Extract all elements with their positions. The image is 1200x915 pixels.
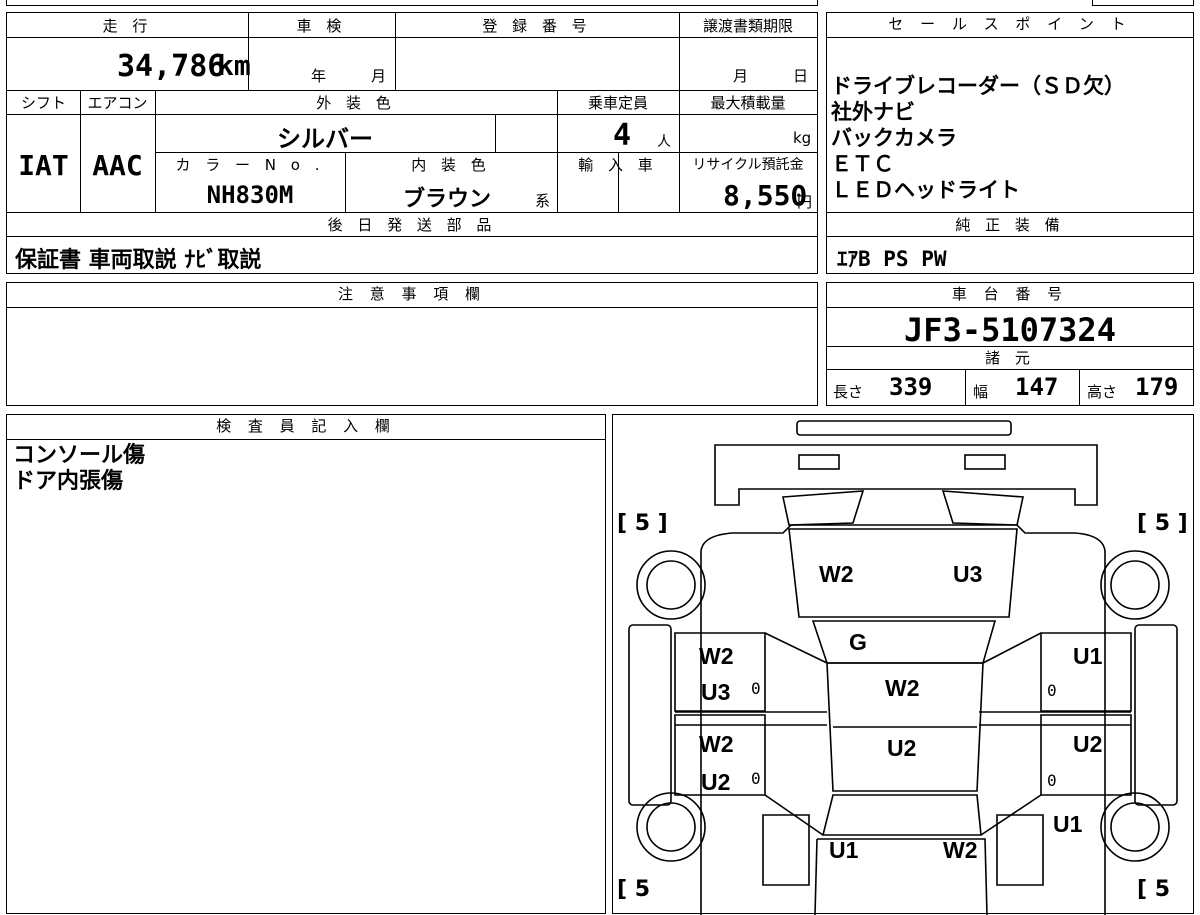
inspector-title: 検 査 員 記 入 欄 bbox=[7, 415, 605, 440]
color-no-value: NH830M bbox=[206, 181, 294, 209]
equipment-label: 純 正 装 備 bbox=[955, 216, 1065, 234]
shift-value: IAT bbox=[18, 149, 69, 182]
import-label: 輸 入 車 bbox=[578, 156, 658, 174]
exterior-value: シルバー bbox=[277, 125, 373, 153]
tire-tread-front-right: [ 5 ] bbox=[1137, 511, 1188, 536]
notes-panel: 注 意 事 項 欄 bbox=[6, 282, 818, 406]
width-value: 147 bbox=[1015, 373, 1059, 401]
zero-mark: 0 bbox=[751, 679, 761, 698]
inspector-note: ドア内張傷 bbox=[13, 469, 124, 494]
damage-mark: U3 bbox=[953, 561, 983, 587]
registration-label: 登 録 番 号 bbox=[482, 17, 592, 35]
chassis-number: JF3-5107324 bbox=[904, 311, 1116, 349]
interior-suffix: 系 bbox=[535, 192, 551, 210]
sales-point-item: ＥＴＣ bbox=[831, 152, 894, 176]
zero-mark: 0 bbox=[751, 769, 761, 788]
interior-value: ブラウン bbox=[403, 187, 492, 212]
year-unit: 年 bbox=[311, 67, 327, 85]
inspection-label: 車 検 bbox=[296, 17, 347, 35]
damage-mark: U3 bbox=[701, 679, 731, 705]
length-label: 長さ bbox=[833, 383, 864, 401]
later-parts-label: 後 日 発 送 部 品 bbox=[327, 216, 497, 234]
recycle-value: 8,550 bbox=[723, 179, 808, 212]
car-diagram-panel: [ 5 ] [ 5 ] [ 5 [ 5 W2 U3 G W2 U2 W2 U3 … bbox=[612, 414, 1194, 915]
length-value: 339 bbox=[889, 373, 933, 401]
top-clipped-strip bbox=[6, 0, 818, 6]
damage-mark: U1 bbox=[1053, 811, 1083, 837]
recycle-unit: 円 bbox=[797, 193, 813, 211]
height-label: 高さ bbox=[1087, 383, 1118, 401]
damage-mark: W2 bbox=[885, 675, 920, 701]
load-label: 最大積載量 bbox=[710, 94, 786, 112]
mileage-label: 走 行 bbox=[102, 17, 153, 35]
damage-mark: U1 bbox=[829, 837, 859, 863]
sales-point-item: バックカメラ bbox=[831, 126, 957, 150]
tire-tread-rear-right: [ 5 bbox=[1137, 877, 1171, 902]
damage-mark: W2 bbox=[943, 837, 978, 863]
sales-point-item: ドライブレコーダー（ＳＤ欠） bbox=[831, 74, 1125, 98]
zero-mark: 0 bbox=[1047, 771, 1057, 790]
chassis-panel: 車 台 番 号 JF3-5107324 諸 元 長さ 339 幅 147 高さ … bbox=[826, 282, 1194, 406]
month-unit: 月 bbox=[371, 67, 387, 85]
recycle-label: リサイクル預託金 bbox=[692, 157, 804, 173]
ac-label: エアコン bbox=[87, 94, 148, 112]
width-label: 幅 bbox=[973, 383, 989, 401]
damage-mark: U2 bbox=[887, 735, 917, 761]
sales-point-item: 社外ナビ bbox=[831, 100, 915, 124]
capacity-unit: 人 bbox=[657, 134, 671, 150]
interior-label: 内 装 色 bbox=[411, 156, 491, 174]
damage-mark: W2 bbox=[819, 561, 854, 587]
specs-label: 諸 元 bbox=[985, 349, 1035, 367]
sales-point-list: ドライブレコーダー（ＳＤ欠） 社外ナビ バックカメラ ＥＴＣ ＬＥＤヘッドライト bbox=[831, 73, 1191, 203]
tire-tread-rear-left: [ 5 bbox=[617, 877, 651, 902]
load-unit: kg bbox=[793, 129, 812, 147]
later-parts-value: 保証書 車両取説 ﾅﾋﾞ取説 bbox=[15, 248, 262, 273]
deadline-label: 譲渡書類期限 bbox=[702, 17, 793, 35]
damage-mark: U2 bbox=[701, 769, 731, 795]
zero-mark: 0 bbox=[1047, 681, 1057, 700]
exterior-label: 外 装 色 bbox=[316, 94, 396, 112]
chassis-label: 車 台 番 号 bbox=[827, 283, 1193, 308]
height-value: 179 bbox=[1135, 373, 1179, 401]
shift-label: シフト bbox=[20, 94, 66, 112]
damage-mark: U1 bbox=[1073, 643, 1103, 669]
sales-point-panel: セ ー ル ス ポ イ ン ト ドライブレコーダー（ＳＤ欠） 社外ナビ バックカ… bbox=[826, 12, 1194, 274]
damage-mark: W2 bbox=[699, 643, 734, 669]
notes-title: 注 意 事 項 欄 bbox=[7, 283, 817, 308]
damage-mark: W2 bbox=[699, 731, 734, 757]
sales-point-title: セ ー ル ス ポ イ ン ト bbox=[827, 13, 1193, 38]
capacity-label: 乗車定員 bbox=[587, 94, 648, 112]
damage-mark: U2 bbox=[1073, 731, 1103, 757]
damage-mark: G bbox=[849, 629, 867, 655]
inspector-note: コンソール傷 bbox=[13, 443, 146, 468]
capacity-value: 4 bbox=[613, 118, 632, 153]
ac-value: AAC bbox=[92, 149, 143, 182]
top-clipped-strip-right bbox=[1092, 0, 1194, 6]
deadline-day: 日 bbox=[793, 67, 809, 85]
color-no-label: カ ラ ー N o . bbox=[175, 156, 325, 174]
inspector-panel: 検 査 員 記 入 欄 コンソール傷 ドア内張傷 bbox=[6, 414, 606, 914]
mileage-unit: km bbox=[217, 49, 251, 82]
tire-tread-front-left: [ 5 ] bbox=[617, 511, 668, 536]
deadline-month: 月 bbox=[733, 67, 749, 85]
vehicle-info-table: 走 行 車 検 登 録 番 号 譲渡書類期限 34,786 km 年 月 月 日… bbox=[6, 12, 818, 274]
equipment-value: ｴｱB PS PW bbox=[837, 247, 947, 271]
sales-point-item: ＬＥＤヘッドライト bbox=[831, 178, 1020, 202]
mileage-value: 34,786 bbox=[117, 49, 226, 84]
